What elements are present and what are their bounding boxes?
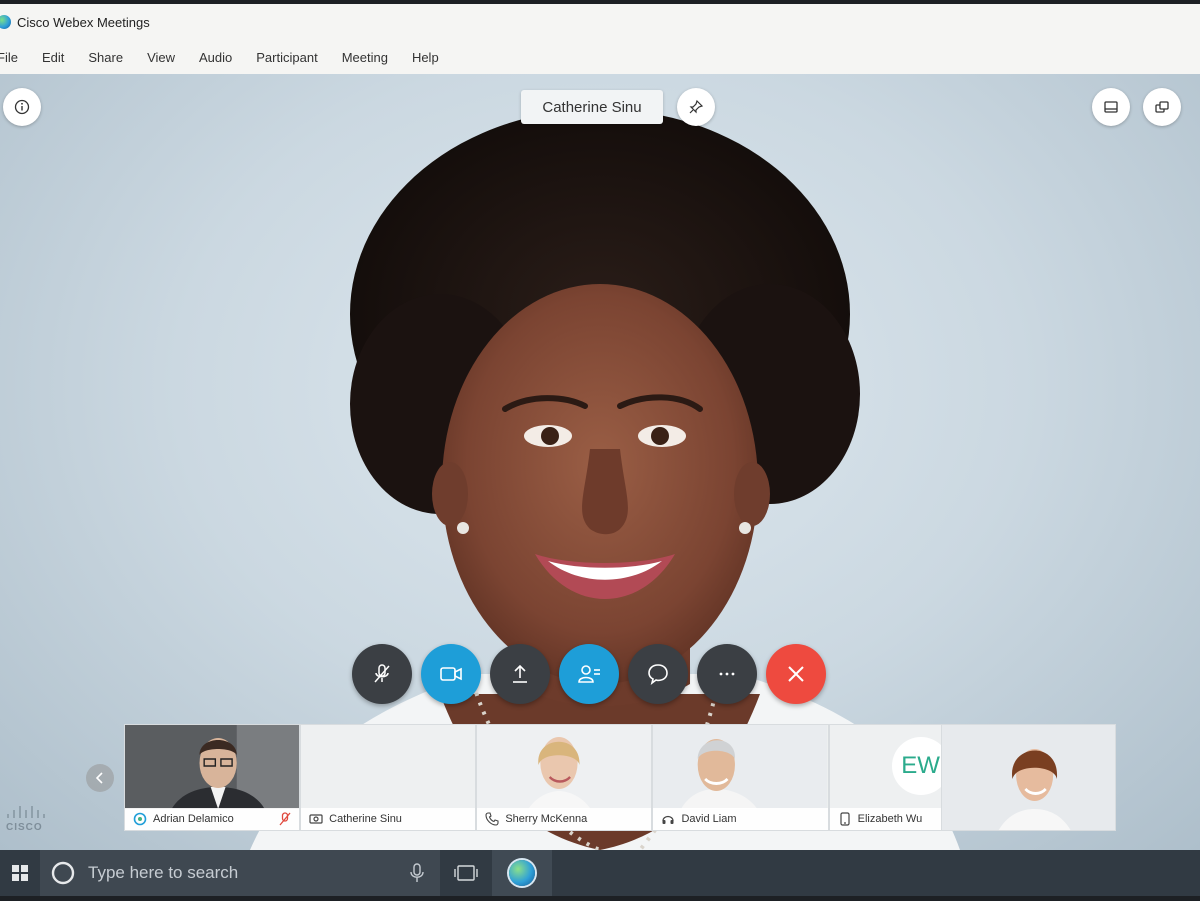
window-bottom-edge	[0, 896, 1200, 901]
webex-logo-icon	[0, 15, 11, 29]
participant-name: Catherine Sinu	[329, 813, 402, 825]
taskbar-search-box[interactable]: Type here to search	[40, 850, 440, 896]
phone-icon	[485, 812, 499, 826]
participant-tile[interactable]: David Liam	[652, 724, 829, 831]
info-icon	[14, 99, 30, 115]
microphone-icon[interactable]	[410, 863, 424, 883]
participants-icon	[578, 665, 600, 683]
layout-button[interactable]	[1092, 88, 1130, 126]
self-view-video	[941, 725, 1115, 830]
menu-file[interactable]: File	[0, 50, 18, 65]
menu-participant[interactable]: Participant	[256, 50, 317, 65]
participant-filmstrip: Adrian Delamico Catherine Sinu Sherry Mc…	[124, 724, 1180, 831]
chat-bubble-icon	[648, 664, 668, 685]
participant-tile[interactable]: Adrian Delamico	[124, 724, 301, 831]
participant-label: David Liam	[653, 808, 828, 830]
pin-icon	[689, 99, 704, 114]
participant-video	[125, 725, 300, 809]
ellipsis-icon	[719, 672, 735, 676]
task-view-icon	[454, 865, 478, 881]
participant-name: Sherry McKenna	[505, 813, 588, 825]
headset-icon	[661, 812, 675, 826]
video-stage: Catherine Sinu CISCO Adrian Delamico Cat…	[0, 74, 1200, 850]
windows-logo-icon	[12, 865, 28, 881]
share-button[interactable]	[490, 644, 550, 704]
window-title: Cisco Webex Meetings	[17, 14, 150, 30]
cisco-wordmark: CISCO	[6, 822, 43, 833]
menu-meeting[interactable]: Meeting	[342, 50, 388, 65]
chevron-left-icon	[95, 772, 103, 784]
taskbar-webex-app[interactable]	[492, 850, 552, 896]
task-view-button[interactable]	[440, 850, 492, 896]
mic-muted-icon	[374, 664, 390, 683]
upload-share-icon	[513, 664, 527, 683]
menu-view[interactable]: View	[147, 50, 175, 65]
leave-button[interactable]	[766, 644, 826, 704]
menu-share[interactable]: Share	[88, 50, 123, 65]
participant-name: Adrian Delamico	[153, 813, 234, 825]
participant-label: Catherine Sinu	[301, 808, 476, 830]
participant-video	[653, 725, 828, 809]
webex-app-icon	[133, 812, 147, 826]
participant-name: David Liam	[681, 813, 737, 825]
popout-icon	[1155, 101, 1169, 113]
start-button[interactable]	[0, 850, 40, 896]
cortana-icon	[51, 861, 75, 885]
self-view-tile[interactable]	[940, 724, 1116, 831]
title-bar: Cisco Webex Meetings	[0, 4, 1200, 40]
pin-button[interactable]	[677, 88, 715, 126]
video-device-icon	[309, 812, 323, 826]
participants-button[interactable]	[559, 644, 619, 704]
participant-video-transparent	[301, 725, 475, 809]
video-camera-icon	[440, 667, 462, 681]
layout-icon	[1104, 101, 1118, 113]
participant-label: Sherry McKenna	[477, 808, 652, 830]
mobile-icon	[838, 812, 852, 826]
more-button[interactable]	[697, 644, 757, 704]
participant-tile[interactable]: Sherry McKenna	[476, 724, 653, 831]
call-controls	[352, 644, 826, 706]
mic-muted-icon	[279, 812, 291, 829]
mute-button[interactable]	[352, 644, 412, 704]
participant-label: Adrian Delamico	[125, 808, 300, 830]
popout-button[interactable]	[1143, 88, 1181, 126]
windows-taskbar: Type here to search	[0, 850, 1200, 896]
filmstrip-scroll-left-button[interactable]	[86, 764, 114, 792]
search-placeholder: Type here to search	[88, 863, 239, 882]
chat-button[interactable]	[628, 644, 688, 704]
menu-help[interactable]: Help	[412, 50, 439, 65]
participant-video	[477, 725, 652, 809]
video-button[interactable]	[421, 644, 481, 704]
menu-bar: File Edit Share View Audio Participant M…	[0, 40, 1200, 74]
menu-edit[interactable]: Edit	[42, 50, 64, 65]
webex-logo-icon	[509, 860, 535, 886]
participant-tile[interactable]: Catherine Sinu	[300, 724, 477, 831]
close-x-icon	[788, 666, 804, 682]
meeting-info-button[interactable]	[3, 88, 41, 126]
active-speaker-name: Catherine Sinu	[521, 90, 663, 124]
participant-name: Elizabeth Wu	[857, 813, 923, 825]
menu-audio[interactable]: Audio	[199, 50, 232, 65]
